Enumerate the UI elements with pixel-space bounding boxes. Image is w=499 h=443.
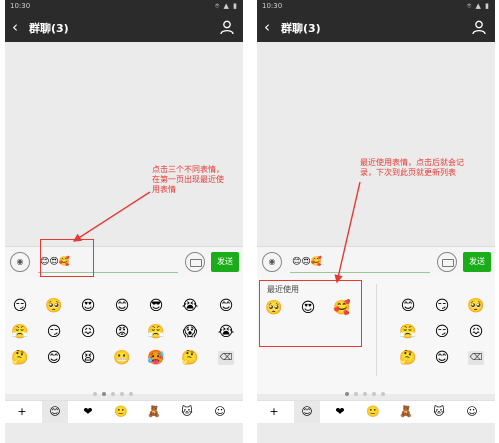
annotation-left: 点击三个不同表情， 在第一页出现最近使 用表情 bbox=[152, 165, 224, 194]
add-sticker-tab[interactable]: + bbox=[261, 401, 287, 423]
emoji-category-tab[interactable]: 🐱 bbox=[426, 401, 452, 423]
emoji-category-tab[interactable]: 🧸 bbox=[141, 401, 167, 423]
emoji-category-tab[interactable]: ❤ bbox=[327, 401, 353, 423]
status-bar: 10:30 ⌾ ▲ ▮ bbox=[257, 0, 495, 12]
emoji-item[interactable]: 🥺 bbox=[467, 297, 485, 315]
emoji-category-tab[interactable]: ☺ bbox=[207, 401, 233, 423]
chat-titlebar: ‹ 群聊(3) bbox=[5, 12, 243, 42]
emoji-category-tab[interactable]: 🙂 bbox=[108, 401, 134, 423]
emoji-item[interactable]: 😏 bbox=[11, 297, 29, 315]
emoji-item[interactable]: 😏 bbox=[45, 323, 63, 341]
message-area bbox=[257, 42, 495, 246]
emoji-item[interactable]: 😍 bbox=[79, 297, 97, 315]
annotation-box-input bbox=[40, 239, 94, 277]
page-dot[interactable] bbox=[354, 392, 358, 396]
page-dot-active[interactable] bbox=[345, 392, 349, 396]
page-dot[interactable] bbox=[120, 392, 124, 396]
message-input[interactable]: 😊😍🥰 bbox=[290, 253, 430, 273]
chat-title: 群聊(3) bbox=[29, 22, 69, 35]
emoji-item[interactable]: 😤 bbox=[399, 323, 417, 341]
annotation-box-recent bbox=[259, 280, 362, 347]
emoji-item[interactable]: 😫 bbox=[79, 349, 97, 367]
send-button[interactable]: 发送 bbox=[211, 252, 239, 272]
emoji-category-tab[interactable]: 😊 bbox=[42, 401, 68, 423]
page-dot[interactable] bbox=[93, 392, 97, 396]
emoji-item[interactable]: 😭 bbox=[217, 323, 235, 341]
emoji-item[interactable]: 😤 bbox=[11, 323, 29, 341]
keyboard-icon[interactable] bbox=[185, 252, 205, 272]
chat-title: 群聊(3) bbox=[281, 22, 321, 35]
annotation-right: 最近使用表情，点击后就会记 录，下次到此页就更新列表 bbox=[360, 158, 464, 177]
chevron-left-icon[interactable]: ‹ bbox=[264, 18, 270, 36]
page-dot[interactable] bbox=[381, 392, 385, 396]
add-sticker-tab[interactable]: + bbox=[9, 401, 35, 423]
emoji-panel: 😏 🥺 😍 😊 😎 😭 😊 😤 😏 😖 😡 😤 😱 😭 🤔 😊 😫 😬 🥵 🤔 ⌫ bbox=[5, 277, 243, 394]
emoji-item[interactable]: 😖 bbox=[467, 323, 485, 341]
emoji-category-tab[interactable]: 🙂 bbox=[360, 401, 386, 423]
emoji-category-tab[interactable]: 🐱 bbox=[174, 401, 200, 423]
emoji-item[interactable]: 🤔 bbox=[181, 349, 199, 367]
emoji-item[interactable]: 😏 bbox=[433, 323, 451, 341]
emoji-item[interactable]: 😊 bbox=[45, 349, 63, 367]
emoji-item[interactable]: 🥺 bbox=[45, 297, 63, 315]
voice-icon[interactable]: ◉ bbox=[262, 252, 282, 272]
send-button[interactable]: 发送 bbox=[463, 252, 491, 272]
emoji-item[interactable]: 😤 bbox=[147, 323, 165, 341]
keyboard-icon[interactable] bbox=[437, 252, 457, 272]
emoji-item[interactable]: 😊 bbox=[433, 349, 451, 367]
chevron-left-icon[interactable]: ‹ bbox=[12, 18, 18, 36]
emoji-item[interactable]: 🤔 bbox=[399, 349, 417, 367]
emoji-item[interactable]: 😏 bbox=[433, 297, 451, 315]
page-dot-active[interactable] bbox=[102, 392, 106, 396]
emoji-tabbar: + 😊 ❤ 🙂 🧸 🐱 ☺ bbox=[5, 400, 243, 423]
status-icons: ⌾ ▲ ▮ bbox=[467, 2, 490, 10]
emoji-item[interactable]: 😭 bbox=[181, 297, 199, 315]
page-dot[interactable] bbox=[111, 392, 115, 396]
page-dot[interactable] bbox=[372, 392, 376, 396]
delete-key[interactable]: ⌫ bbox=[468, 351, 484, 365]
emoji-category-tab[interactable]: 😊 bbox=[294, 401, 320, 423]
emoji-category-tab[interactable]: ❤ bbox=[75, 401, 101, 423]
emoji-item[interactable]: 😖 bbox=[79, 323, 97, 341]
input-bar: ◉ 😊😍🥰 发送 bbox=[257, 246, 495, 277]
emoji-item[interactable]: 😱 bbox=[181, 323, 199, 341]
status-time: 10:30 bbox=[262, 2, 283, 10]
recent-divider bbox=[376, 284, 377, 376]
emoji-category-tab[interactable]: ☺ bbox=[459, 401, 485, 423]
emoji-item[interactable]: 😬 bbox=[113, 349, 131, 367]
person-icon[interactable] bbox=[471, 19, 487, 35]
emoji-item[interactable]: 😡 bbox=[113, 323, 131, 341]
phone-screen-left: 10:30 ⌾ ▲ ▮ ‹ 群聊(3) ◉ 😊😍🥰 发送 😏 🥺 😍 😊 😎 😭 😊 😤 😏 😖 😡… bbox=[5, 0, 243, 443]
message-area bbox=[5, 42, 243, 246]
emoji-item[interactable]: 😊 bbox=[399, 297, 417, 315]
status-icons: ⌾ ▲ ▮ bbox=[215, 2, 238, 10]
page-dot[interactable] bbox=[363, 392, 367, 396]
voice-icon[interactable]: ◉ bbox=[10, 252, 30, 272]
emoji-item[interactable]: 😎 bbox=[147, 297, 165, 315]
page-dot[interactable] bbox=[129, 392, 133, 396]
phone-screen-right: 10:30 ⌾ ▲ ▮ ‹ 群聊(3) ◉ 😊😍🥰 发送 🥺 😍 🥰 😊 😏 🥺 😤 😏 😖 🤔 😊… bbox=[257, 0, 495, 443]
status-bar: 10:30 ⌾ ▲ ▮ bbox=[5, 0, 243, 12]
status-time: 10:30 bbox=[10, 2, 31, 10]
chat-titlebar: ‹ 群聊(3) bbox=[257, 12, 495, 42]
emoji-item[interactable]: 🥵 bbox=[147, 349, 165, 367]
emoji-item[interactable]: 😊 bbox=[113, 297, 131, 315]
emoji-tabbar: + 😊 ❤ 🙂 🧸 🐱 ☺ bbox=[257, 400, 495, 423]
person-icon[interactable] bbox=[219, 19, 235, 35]
delete-key[interactable]: ⌫ bbox=[218, 351, 234, 365]
emoji-item[interactable]: 🤔 bbox=[11, 349, 29, 367]
emoji-item[interactable]: 😊 bbox=[217, 297, 235, 315]
emoji-category-tab[interactable]: 🧸 bbox=[393, 401, 419, 423]
